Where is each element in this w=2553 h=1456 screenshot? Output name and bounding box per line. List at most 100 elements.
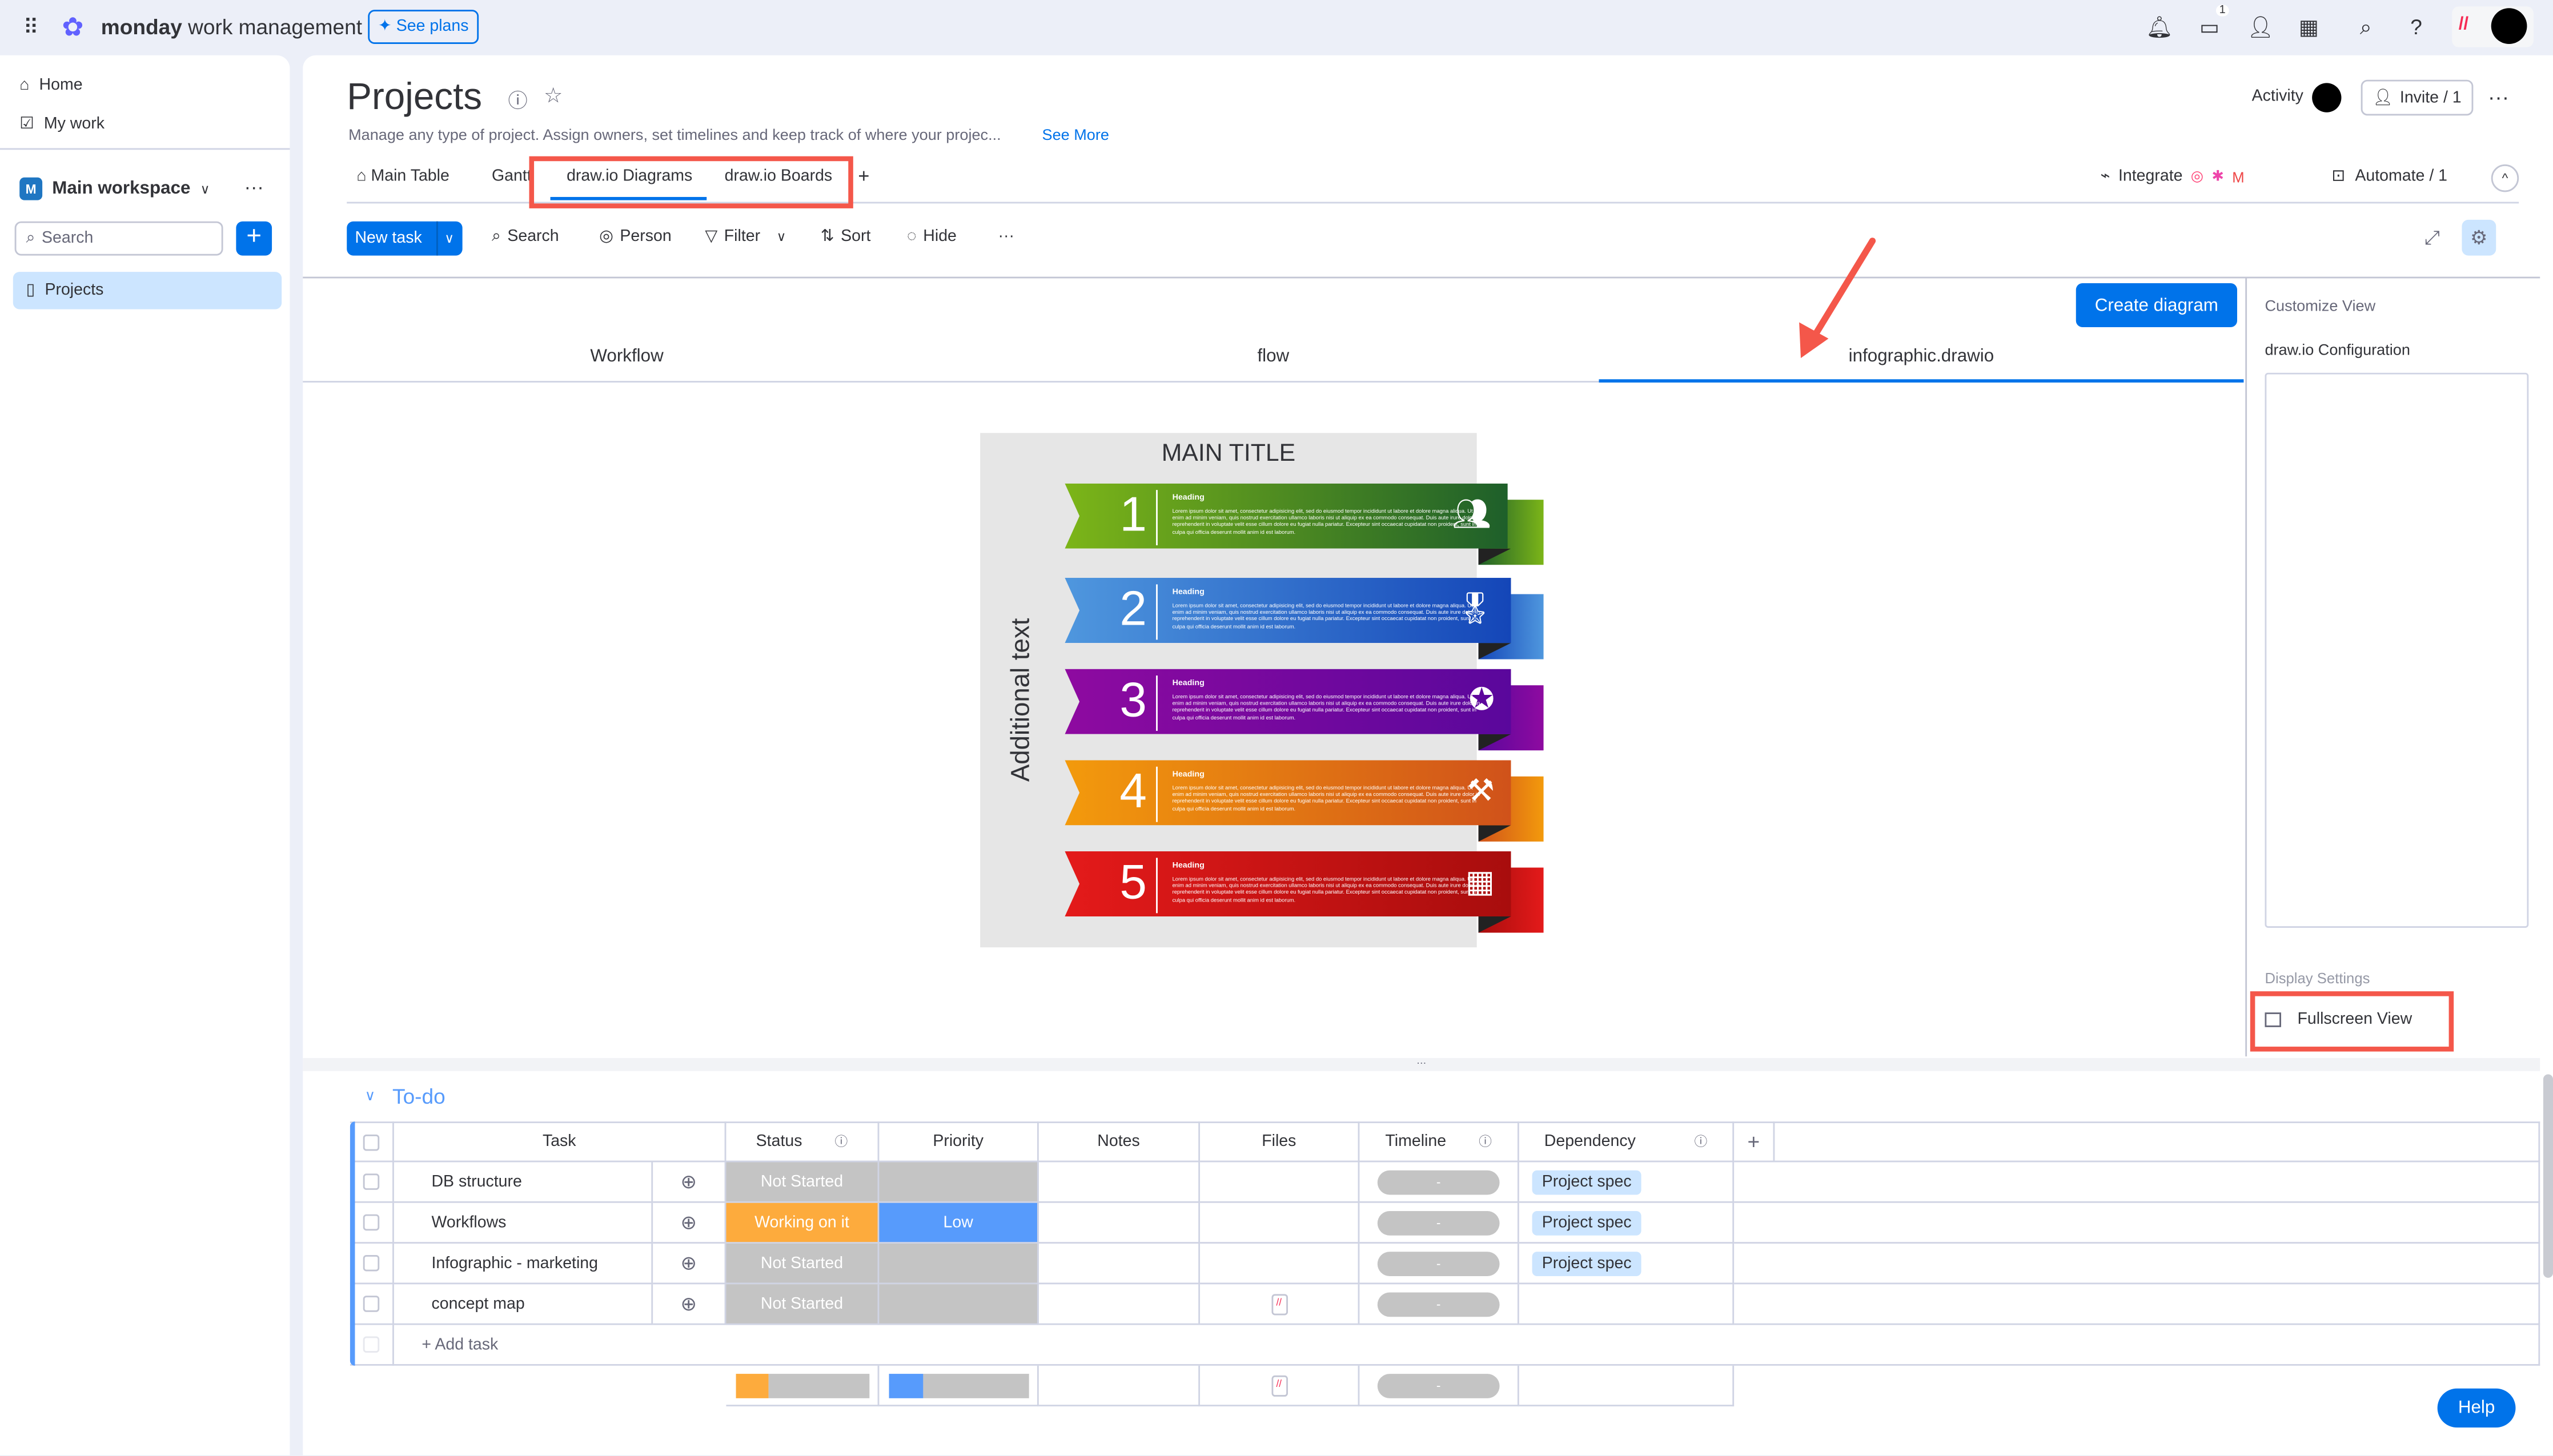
dependency-cell[interactable]: Project spec — [1519, 1162, 1735, 1203]
avatar[interactable] — [2491, 8, 2527, 44]
row-checkbox[interactable] — [363, 1214, 380, 1231]
timeline-pill[interactable]: - — [1377, 1169, 1500, 1194]
infographic-step[interactable]: 3 Heading Lorem ipsum dolor sit amet, co… — [1065, 669, 1511, 734]
star-icon[interactable]: ☆ — [544, 83, 563, 109]
filter-button[interactable]: ▽ Filter ∨ — [705, 228, 786, 246]
toolbar-more-icon[interactable]: ··· — [998, 228, 1015, 246]
dependency-chip[interactable]: Project spec — [1532, 1169, 1641, 1194]
config-box[interactable] — [2265, 372, 2529, 928]
row-checkbox-cell[interactable] — [350, 1284, 394, 1325]
collapse-header-button[interactable]: ^ — [2491, 164, 2519, 192]
add-update-icon[interactable]: ⊕ — [653, 1202, 726, 1244]
integrate-button[interactable]: ⌁ Integrate ◎ ✱ M — [2101, 168, 2245, 186]
row-checkbox-cell[interactable] — [350, 1202, 394, 1244]
column-header[interactable]: Notes — [1038, 1121, 1201, 1163]
task-name[interactable]: DB structure — [394, 1162, 653, 1203]
status-cell[interactable]: Not Started — [726, 1284, 880, 1325]
info-icon[interactable]: ⓘ — [835, 1133, 848, 1151]
file-icon[interactable]: // — [1271, 1293, 1287, 1315]
tab-main-table[interactable]: ⌂ Main Table — [356, 168, 449, 186]
help-icon[interactable]: ? — [2403, 15, 2430, 41]
add-column-icon[interactable]: + — [1747, 1129, 1760, 1154]
add-view-icon[interactable]: + — [858, 164, 869, 187]
add-button[interactable]: + — [236, 221, 272, 256]
column-header[interactable]: Timeline ⓘ — [1359, 1121, 1519, 1163]
files-summary[interactable]: // — [1200, 1365, 1360, 1407]
status-cell[interactable]: Not Started — [726, 1162, 880, 1203]
diagram-tab-flow[interactable]: flow — [951, 347, 1596, 366]
files-cell[interactable]: // — [1200, 1284, 1360, 1325]
row-checkbox-cell[interactable] — [350, 1162, 394, 1203]
notes-cell[interactable] — [1038, 1244, 1201, 1285]
dependency-cell[interactable]: Project spec — [1519, 1202, 1735, 1244]
task-name[interactable]: concept map — [394, 1284, 653, 1325]
column-header[interactable]: Priority — [879, 1121, 1039, 1163]
infographic-step[interactable]: 4 Heading Lorem ipsum dolor sit amet, co… — [1065, 760, 1511, 826]
create-diagram-button[interactable]: Create diagram — [2076, 283, 2237, 328]
row-checkbox-cell[interactable] — [350, 1244, 394, 1285]
status-summary[interactable] — [726, 1365, 880, 1407]
group-collapse-icon[interactable]: ∨ — [365, 1087, 376, 1105]
sidebar-search-input[interactable]: ⌕ Search — [14, 221, 223, 256]
hide-button[interactable]: ◌ Hide — [907, 228, 957, 246]
timeline-cell[interactable]: - — [1359, 1162, 1519, 1203]
help-button[interactable]: Help — [2437, 1388, 2516, 1428]
see-more-link[interactable]: See More — [1042, 127, 1109, 144]
column-header[interactable]: Task — [394, 1121, 726, 1163]
timeline-pill[interactable]: - — [1377, 1250, 1500, 1276]
infographic-step[interactable]: 1 Heading Lorem ipsum dolor sit amet, co… — [1065, 483, 1508, 549]
files-cell[interactable] — [1200, 1244, 1360, 1285]
person-filter-button[interactable]: ◎ Person — [599, 228, 672, 246]
notes-cell[interactable] — [1038, 1202, 1201, 1244]
sidebar-item-projects[interactable]: ▯ Projects — [13, 272, 282, 309]
bell-icon[interactable]: 🔔︎ — [2146, 15, 2173, 41]
column-header[interactable] — [350, 1121, 394, 1163]
timeline-cell[interactable]: - — [1359, 1202, 1519, 1244]
marketplace-icon[interactable]: ▦ — [2296, 15, 2322, 41]
apps-grid-icon[interactable]: ⠿ — [18, 15, 44, 41]
resize-handle[interactable]: ⋯ — [303, 1058, 2540, 1071]
row-checkbox[interactable] — [363, 1254, 380, 1272]
priority-cell[interactable] — [879, 1162, 1039, 1203]
timeline-cell[interactable]: - — [1359, 1284, 1519, 1325]
column-header[interactable]: Status ⓘ — [726, 1121, 880, 1163]
select-all-checkbox[interactable] — [363, 1133, 380, 1151]
chevron-down-icon[interactable]: ∨ — [436, 221, 454, 256]
account-switcher[interactable]: // — [2452, 6, 2534, 47]
invite-button[interactable]: 👤︎ Invite / 1 — [2361, 79, 2474, 116]
expand-icon[interactable]: ⤢ — [2424, 226, 2440, 251]
group-title[interactable]: To-do — [392, 1084, 445, 1109]
files-cell[interactable] — [1200, 1202, 1360, 1244]
timeline-pill[interactable]: - — [1377, 1210, 1500, 1235]
dependency-chip[interactable]: Project spec — [1532, 1210, 1641, 1235]
column-header[interactable]: Dependency ⓘ — [1519, 1121, 1735, 1163]
add-task-input[interactable]: + Add task — [394, 1325, 2540, 1366]
invite-user-icon[interactable]: 👤︎ — [2247, 15, 2274, 41]
row-checkbox[interactable] — [363, 1296, 380, 1312]
add-update-icon[interactable]: ⊕ — [653, 1244, 726, 1285]
file-icon[interactable]: // — [1271, 1374, 1287, 1396]
priority-cell[interactable] — [879, 1284, 1039, 1325]
diagram-tab-infographic[interactable]: infographic.drawio — [1599, 347, 2243, 366]
sort-button[interactable]: ⇅ Sort — [821, 228, 871, 246]
info-icon[interactable]: ⓘ — [508, 86, 527, 114]
dependency-cell[interactable]: Project spec — [1519, 1244, 1735, 1285]
sidebar-item-my-work[interactable]: ☑ My work — [19, 115, 105, 133]
workspace-more-icon[interactable]: ··· — [244, 176, 264, 199]
notes-cell[interactable] — [1038, 1162, 1201, 1203]
column-header[interactable] — [1775, 1121, 2540, 1163]
add-update-icon[interactable]: ⊕ — [653, 1162, 726, 1203]
diagram-tab-workflow[interactable]: Workflow — [304, 347, 949, 366]
timeline-cell[interactable]: - — [1359, 1244, 1519, 1285]
activity-button[interactable]: Activity — [2252, 88, 2303, 106]
workspace-selector[interactable]: M Main workspace ∨ — [19, 177, 210, 200]
dependency-chip[interactable]: Project spec — [1532, 1250, 1641, 1276]
new-task-button[interactable]: New task ∨ — [347, 221, 463, 256]
column-header[interactable]: + — [1734, 1121, 1775, 1163]
status-cell[interactable]: Not Started — [726, 1244, 880, 1285]
add-update-icon[interactable]: ⊕ — [653, 1284, 726, 1325]
row-checkbox[interactable] — [363, 1173, 380, 1190]
inbox-icon[interactable]: ▭ — [2197, 15, 2223, 41]
status-cell[interactable]: Working on it — [726, 1202, 880, 1244]
notes-cell[interactable] — [1038, 1284, 1201, 1325]
